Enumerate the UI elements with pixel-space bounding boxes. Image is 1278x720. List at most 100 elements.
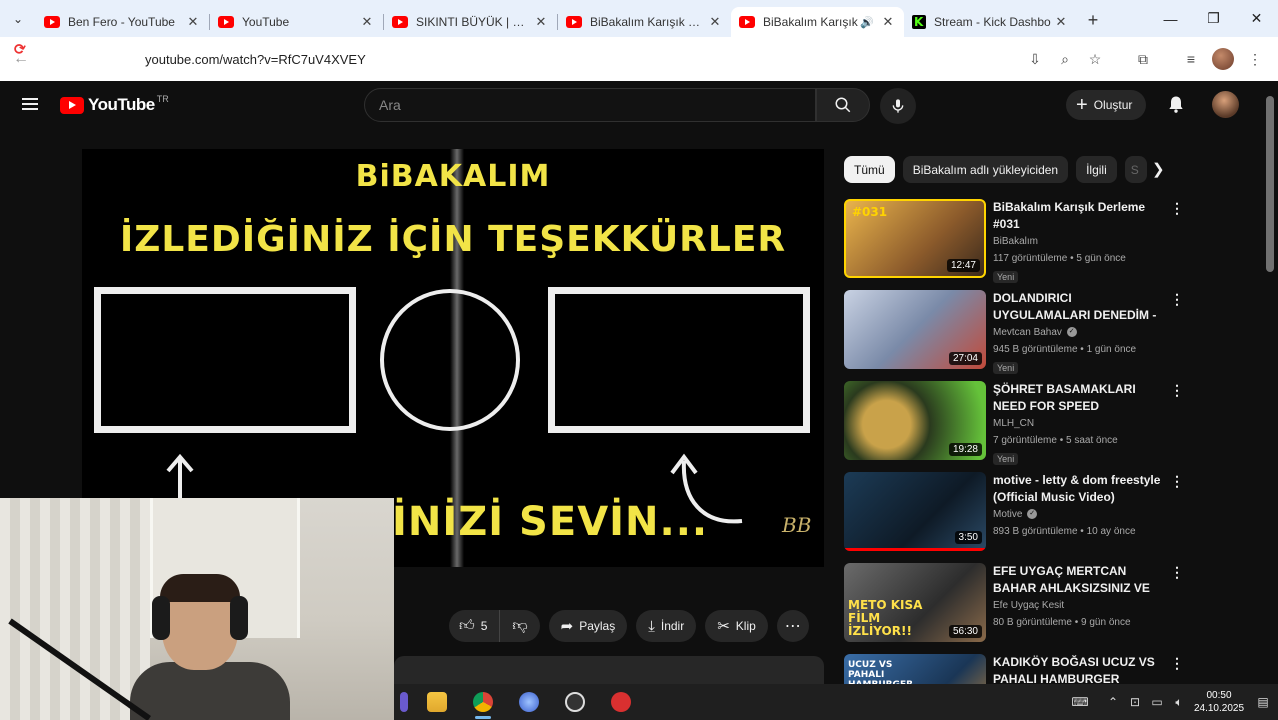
- youtube-logo[interactable]: YouTube TR: [60, 94, 169, 115]
- install-app-icon[interactable]: ⇩: [1020, 51, 1050, 68]
- chevron-right-icon[interactable]: ❯: [1152, 160, 1165, 178]
- new-tab-button[interactable]: +: [1077, 10, 1109, 31]
- description-box[interactable]: [394, 656, 824, 686]
- video-info: EFE UYGAÇ MERTCAN BAHAR AHLAKSIZSINIZ VE…: [993, 563, 1171, 631]
- video-title[interactable]: ŞÖHRET BASAMAKLARI NEED FOR SPEED UNDERG…: [993, 381, 1171, 415]
- more-vert-icon[interactable]: ⋮: [1170, 473, 1184, 490]
- video-title[interactable]: motive - letty & dom freestyle (Official…: [993, 472, 1171, 506]
- more-vert-icon[interactable]: ⋮: [1170, 200, 1184, 217]
- tab-close-icon[interactable]: ✕: [707, 14, 723, 30]
- youtube-header: YouTube TR Ara + Oluştur: [0, 81, 1278, 129]
- list-item[interactable]: 19:28 ŞÖHRET BASAMAKLARI NEED FOR SPEED …: [844, 381, 1190, 472]
- video-thumbnail[interactable]: #031 12:47: [844, 199, 986, 278]
- download-button[interactable]: ⤓ İndir: [636, 610, 697, 642]
- more-vert-icon[interactable]: ⋮: [1170, 291, 1184, 308]
- voice-search-button[interactable]: [880, 88, 916, 124]
- list-item[interactable]: #031 12:47 BiBakalım Karışık Derleme #03…: [844, 199, 1190, 290]
- list-item[interactable]: 27:04 DOLANDIRICI UYGULAMALARI DENEDİM -…: [844, 290, 1190, 381]
- more-vert-icon[interactable]: ⋮: [1170, 382, 1184, 399]
- clock[interactable]: 00:50 24.10.2025: [1190, 689, 1248, 715]
- tray-chevron-up-icon[interactable]: ⌃: [1102, 695, 1124, 709]
- end-screen-video-slot[interactable]: [548, 287, 810, 433]
- taskbar-chrome[interactable]: [460, 684, 506, 720]
- end-screen-subscribe-circle[interactable]: [380, 289, 520, 431]
- zoom-icon[interactable]: ⌕: [1050, 51, 1080, 68]
- tab-close-icon[interactable]: ✕: [359, 14, 375, 30]
- video-title[interactable]: DOLANDIRICI UYGULAMALARI DENEDİM - Ocağı…: [993, 290, 1171, 324]
- chip-related[interactable]: İlgili: [1076, 156, 1117, 183]
- tab-close-icon[interactable]: ✕: [533, 14, 549, 30]
- restore-icon[interactable]: ❐: [1192, 0, 1235, 37]
- video-title[interactable]: EFE UYGAÇ MERTCAN BAHAR AHLAKSIZSINIZ VE…: [993, 563, 1171, 597]
- extensions-icon[interactable]: ⧉: [1128, 51, 1158, 68]
- browser-tab[interactable]: Ben Fero - YouTube ✕: [36, 7, 209, 37]
- more-vert-icon[interactable]: ⋮: [1170, 655, 1184, 672]
- create-button[interactable]: + Oluştur: [1066, 90, 1147, 120]
- taskbar-file-explorer[interactable]: [414, 684, 460, 720]
- channel-name[interactable]: Mevtcan Bahav ✓: [993, 324, 1171, 341]
- browser-menu-icon[interactable]: ⋮: [1240, 51, 1270, 68]
- dislike-button[interactable]: 👎︎: [500, 610, 539, 642]
- chip-truncated[interactable]: S: [1124, 156, 1147, 183]
- video-thumbnail[interactable]: METO KISA FİLM İZLİYOR!! 56:30: [844, 563, 986, 642]
- video-title[interactable]: KADIKÖY BOĞASI UCUZ VS PAHALI HAMBURGER: [993, 654, 1171, 688]
- profile-avatar[interactable]: [1212, 48, 1234, 70]
- minimize-icon[interactable]: —: [1149, 0, 1192, 37]
- views: 893 B görüntüleme: [993, 526, 1078, 537]
- channel-name[interactable]: Efe Uygaç Kesit: [993, 597, 1171, 614]
- more-vert-icon[interactable]: ⋮: [1170, 564, 1184, 581]
- views: 80 B görüntüleme: [993, 617, 1072, 628]
- media-control-icon[interactable]: ≡: [1176, 51, 1206, 67]
- address-bar[interactable]: youtube.com/watch?v=RfC7uV4XVEY: [75, 43, 1025, 75]
- share-button[interactable]: ➦ Paylaş: [548, 610, 628, 642]
- browser-tab[interactable]: K Stream - Kick Dashbo ✕: [904, 7, 1077, 37]
- tab-close-icon[interactable]: ✕: [1053, 14, 1069, 30]
- tab-search-chevron-icon[interactable]: ⌄: [0, 0, 36, 37]
- hamburger-menu-icon[interactable]: [22, 98, 38, 110]
- search-button[interactable]: [816, 88, 870, 122]
- taskbar-app[interactable]: [552, 684, 598, 720]
- taskbar-app-partial[interactable]: [394, 684, 414, 720]
- video-thumbnail[interactable]: 27:04: [844, 290, 986, 369]
- search-input[interactable]: Ara: [364, 88, 816, 122]
- browser-tab[interactable]: BiBakalım Karışık Der ✕: [558, 7, 731, 37]
- keyboard-icon[interactable]: ⌨: [1058, 695, 1102, 709]
- bookmark-star-icon[interactable]: ☆: [1080, 51, 1110, 68]
- close-window-icon[interactable]: ✕: [1235, 0, 1278, 37]
- notification-center-icon[interactable]: ▤: [1248, 695, 1278, 709]
- display-icon[interactable]: ▭: [1146, 695, 1168, 709]
- channel-name[interactable]: MLH_CN: [993, 415, 1171, 432]
- chip-all[interactable]: Tümü: [844, 156, 895, 183]
- tab-close-icon[interactable]: ✕: [185, 14, 201, 30]
- taskbar-app[interactable]: [506, 684, 552, 720]
- network-icon[interactable]: ⊡: [1124, 695, 1146, 709]
- tab-close-icon[interactable]: ✕: [880, 14, 896, 30]
- clip-button[interactable]: ✂ Klip: [705, 610, 768, 642]
- age: 9 gün önce: [1081, 617, 1131, 628]
- list-item[interactable]: METO KISA FİLM İZLİYOR!! 56:30 EFE UYGAÇ…: [844, 563, 1190, 654]
- bell-icon: [1169, 96, 1183, 113]
- notifications-button[interactable]: [1166, 94, 1186, 119]
- speaker-icon[interactable]: 🔊: [860, 16, 876, 29]
- webcam-curtain: [0, 498, 150, 720]
- more-actions-icon[interactable]: ⋯: [776, 610, 809, 642]
- video-thumbnail[interactable]: 19:28: [844, 381, 986, 460]
- video-thumbnail[interactable]: 3:50: [844, 472, 986, 551]
- taskbar-app[interactable]: [598, 684, 644, 720]
- end-screen-video-slot[interactable]: [94, 287, 356, 433]
- list-item[interactable]: 3:50 motive - letty & dom freestyle (Off…: [844, 472, 1190, 563]
- youtube-favicon-icon: [392, 16, 408, 28]
- video-title[interactable]: BiBakalım Karışık Derleme #031: [993, 199, 1171, 233]
- channel-name[interactable]: Motive ✓: [993, 506, 1171, 523]
- like-button[interactable]: 👍︎ 5: [449, 610, 501, 642]
- account-avatar[interactable]: [1212, 91, 1239, 118]
- youtube-play-icon: [60, 96, 84, 114]
- channel-name[interactable]: BiBakalım: [993, 233, 1171, 250]
- browser-tab-active[interactable]: BiBakalım Karışık 🔊 ✕: [731, 7, 904, 37]
- volume-icon[interactable]: 🔈︎: [1168, 695, 1190, 710]
- browser-tab[interactable]: SIKINTI BÜYÜK | Mad ✕: [384, 7, 557, 37]
- browser-tab[interactable]: YouTube ✕: [210, 7, 383, 37]
- page-scrollbar[interactable]: [1266, 96, 1274, 272]
- chip-from-uploader[interactable]: BiBakalım adlı yükleyiciden: [902, 156, 1069, 183]
- views: 7 görüntüleme: [993, 435, 1057, 446]
